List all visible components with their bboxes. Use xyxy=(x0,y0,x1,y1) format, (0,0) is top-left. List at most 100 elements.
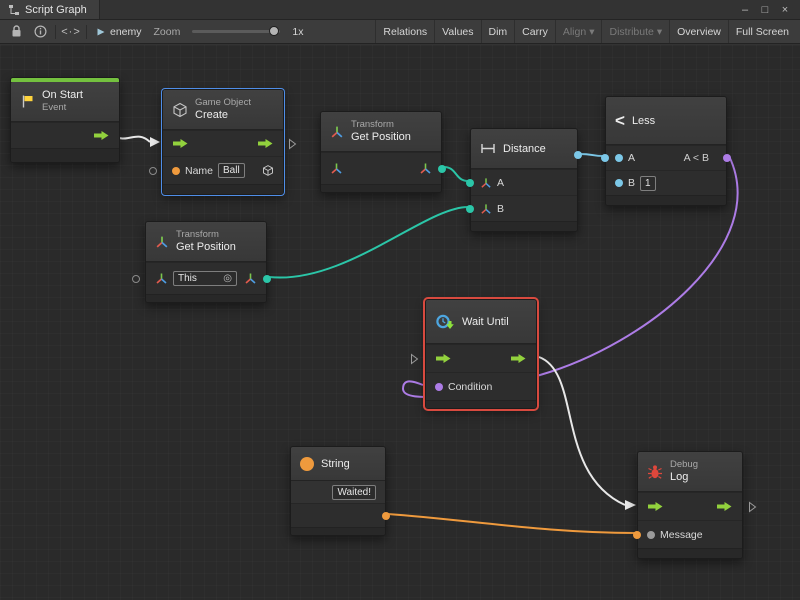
node-category: Debug xyxy=(670,459,698,471)
input-a-port[interactable] xyxy=(615,154,623,162)
node-footer xyxy=(638,548,742,558)
input-a-row: A xyxy=(471,169,577,195)
minimize-icon[interactable]: – xyxy=(736,4,754,16)
overview-button[interactable]: Overview xyxy=(669,20,728,43)
wire-distance-to-less xyxy=(580,154,603,156)
input-a-dot[interactable] xyxy=(466,179,474,187)
wire-getposition-to-distance-a xyxy=(444,167,468,181)
node-title: Create xyxy=(195,109,251,123)
node-get-position-1[interactable]: TransformGet Position xyxy=(320,111,442,193)
node-header: TransformGet Position xyxy=(146,222,266,262)
input-a-row: A A < B xyxy=(606,145,726,170)
string-output-dot[interactable] xyxy=(382,512,390,520)
gameobject-output-port[interactable] xyxy=(262,164,274,177)
node-footer xyxy=(606,195,726,205)
condition-port-row: Condition xyxy=(426,372,536,400)
zoom-slider-handle[interactable] xyxy=(269,26,279,36)
transform-icon xyxy=(155,235,169,249)
input-b-port[interactable] xyxy=(615,179,623,187)
name-field[interactable]: Ball xyxy=(218,163,245,178)
input-a-label: A xyxy=(497,177,504,189)
wire-arrowhead xyxy=(150,137,160,147)
message-input-port[interactable] xyxy=(647,531,655,539)
message-port-row: Message xyxy=(638,520,742,548)
vector-input-port[interactable] xyxy=(480,203,492,215)
tab-script-graph[interactable]: Script Graph xyxy=(0,0,100,19)
unconnected-flow-port-marker xyxy=(748,501,757,513)
target-value: This xyxy=(178,273,197,284)
flag-icon xyxy=(20,94,35,109)
close-icon[interactable]: × xyxy=(776,4,794,16)
flow-output-port[interactable] xyxy=(93,130,110,141)
float-output-dot[interactable] xyxy=(574,151,582,159)
vector-output-port[interactable] xyxy=(244,272,257,285)
node-header: String xyxy=(291,447,385,481)
input-b-field[interactable]: 1 xyxy=(640,176,656,191)
string-input-port[interactable] xyxy=(172,167,180,175)
graph-inspector-button[interactable]: <·> xyxy=(59,20,83,43)
string-icon xyxy=(300,457,314,471)
chevron-down-icon: ▾ xyxy=(589,26,594,38)
carry-button[interactable]: Carry xyxy=(514,20,555,43)
flow-input-port[interactable] xyxy=(172,138,189,149)
dim-button[interactable]: Dim xyxy=(481,20,515,43)
node-title: Log xyxy=(670,471,698,485)
graph-owner[interactable]: enemy xyxy=(90,20,148,43)
flow-output-port[interactable] xyxy=(716,501,733,512)
zoom-slider[interactable] xyxy=(192,30,280,33)
lock-button[interactable] xyxy=(4,20,28,43)
input-b-dot[interactable] xyxy=(466,205,474,213)
maximize-icon[interactable]: □ xyxy=(756,4,774,16)
flow-output-port[interactable] xyxy=(257,138,274,149)
graph-canvas[interactable]: On StartEvent Game ObjectCreate Name Bal… xyxy=(0,45,800,600)
relations-button[interactable]: Relations xyxy=(375,20,434,43)
node-header: On StartEvent xyxy=(11,82,119,122)
node-create[interactable]: Game ObjectCreate Name Ball xyxy=(162,89,284,195)
node-footer xyxy=(11,148,119,162)
name-label: Name xyxy=(185,165,213,177)
vector-output-dot[interactable] xyxy=(438,165,446,173)
transform-input-port[interactable] xyxy=(155,272,168,285)
info-icon xyxy=(34,25,47,38)
script-graph-window: Script Graph – □ × <·> enemy Zoom 1x Rel… xyxy=(0,0,800,600)
node-less[interactable]: < Less A A < B B 1 xyxy=(605,96,727,206)
unconnected-input-port-marker xyxy=(149,167,157,175)
node-on-start[interactable]: On StartEvent xyxy=(10,77,120,163)
node-get-position-2[interactable]: TransformGet Position This ◎ xyxy=(145,221,267,303)
values-button[interactable]: Values xyxy=(434,20,480,43)
graph-owner-icon xyxy=(96,27,106,37)
value-port-row: This ◎ xyxy=(146,262,266,294)
message-input-dot[interactable] xyxy=(633,531,641,539)
node-wait-until[interactable]: Wait Until Condition xyxy=(425,299,537,409)
node-debug-log[interactable]: DebugLog Message xyxy=(637,451,743,559)
flow-input-port[interactable] xyxy=(435,353,452,364)
message-label: Message xyxy=(660,529,703,541)
target-icon: ◎ xyxy=(223,274,232,284)
info-button[interactable] xyxy=(28,20,52,43)
input-a-dot[interactable] xyxy=(601,154,609,162)
fullscreen-button[interactable]: Full Screen xyxy=(728,20,796,43)
expression-label: A < B xyxy=(684,152,709,164)
flow-output-port[interactable] xyxy=(510,353,527,364)
node-header: Distance xyxy=(471,129,577,169)
flow-input-port[interactable] xyxy=(647,501,664,512)
bool-output-dot[interactable] xyxy=(723,154,731,162)
condition-label: Condition xyxy=(448,381,492,393)
vector-input-port[interactable] xyxy=(480,177,492,189)
align-button[interactable]: Align▾ xyxy=(555,20,602,43)
node-title: Distance xyxy=(503,143,546,155)
node-string[interactable]: String Waited! xyxy=(290,446,386,536)
string-value-field[interactable]: Waited! xyxy=(332,485,376,500)
distribute-button[interactable]: Distribute▾ xyxy=(601,20,669,43)
vector-output-dot[interactable] xyxy=(263,275,271,283)
node-distance[interactable]: Distance A B xyxy=(470,128,578,232)
wait-icon xyxy=(435,313,455,331)
vector-output-port[interactable] xyxy=(419,162,432,175)
condition-input-port[interactable] xyxy=(435,383,443,391)
transform-input-port[interactable] xyxy=(330,162,343,175)
input-a-label: A xyxy=(628,152,635,164)
output-port-row xyxy=(291,503,385,527)
cube-icon xyxy=(172,102,188,118)
value-port-row xyxy=(321,152,441,184)
target-field[interactable]: This ◎ xyxy=(173,271,237,286)
